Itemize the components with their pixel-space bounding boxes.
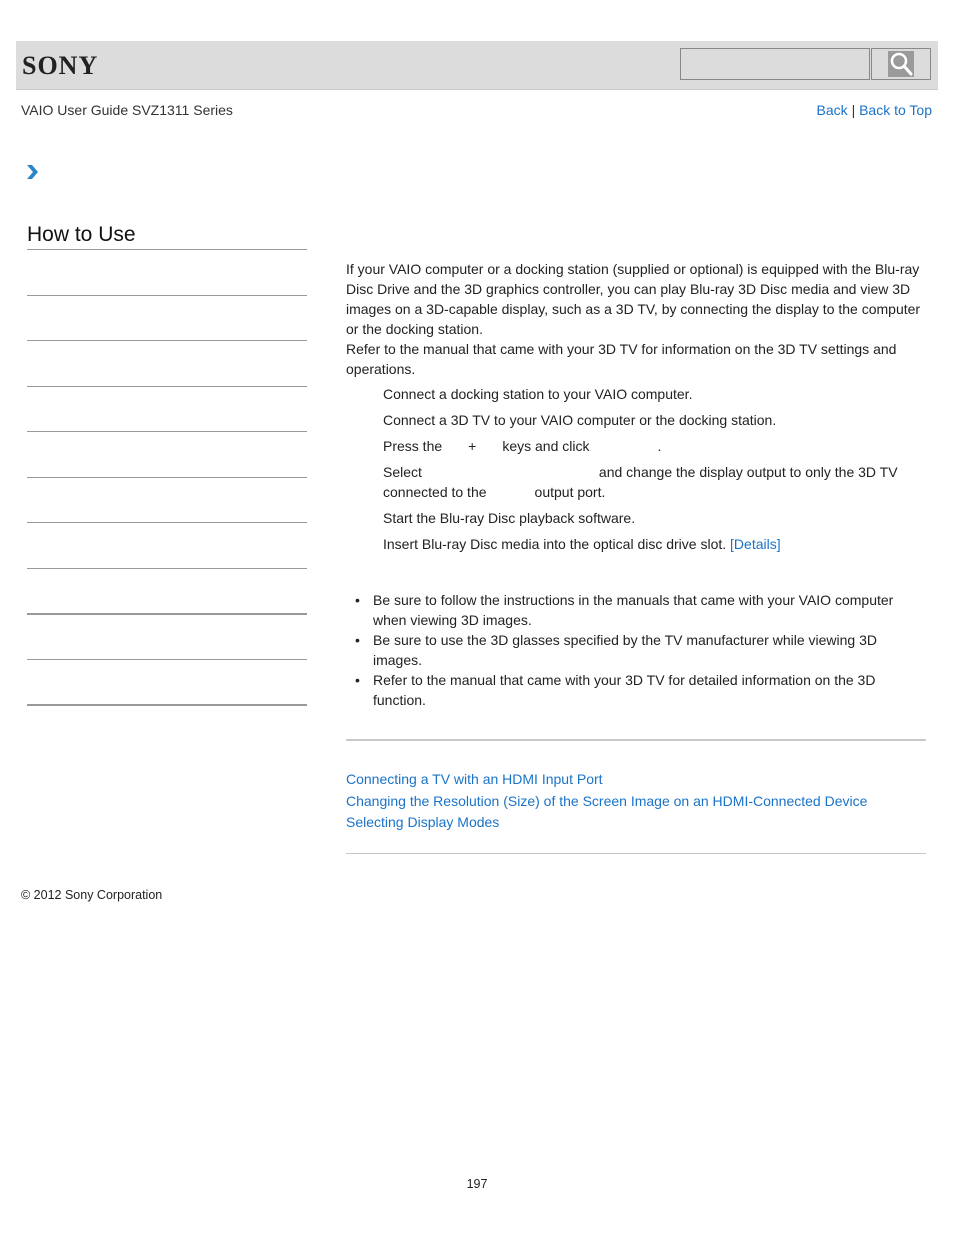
steps-list: Connect a docking station to your VAIO c… <box>383 384 928 560</box>
sidebar-item[interactable] <box>27 523 307 568</box>
sidebar-item[interactable] <box>27 296 307 340</box>
top-navigation: Back | Back to Top <box>817 102 932 118</box>
note-item: Refer to the manual that came with your … <box>355 670 928 710</box>
sidebar-item[interactable] <box>27 569 307 613</box>
step-text: . <box>657 438 662 454</box>
note-item: Be sure to follow the instructions in th… <box>355 590 928 630</box>
divider <box>346 739 926 741</box>
sidebar-item[interactable] <box>27 478 307 522</box>
search-button[interactable] <box>871 48 931 80</box>
related-link[interactable]: Selecting Display Modes <box>346 812 867 834</box>
sidebar-item[interactable] <box>27 615 307 659</box>
step-text: Insert Blu-ray Disc media into the optic… <box>383 536 727 552</box>
back-link[interactable]: Back <box>817 102 848 118</box>
search-input[interactable] <box>680 48 870 80</box>
nav-separator: | <box>851 102 856 118</box>
step-text: and change the display output to only th… <box>383 464 898 500</box>
sidebar-divider <box>27 704 307 706</box>
step-text: keys and click <box>502 438 590 454</box>
copyright: © 2012 Sony Corporation <box>21 888 163 902</box>
step-text: Press the <box>383 438 443 454</box>
related-topics: Connecting a TV with an HDMI Input Port … <box>346 769 867 834</box>
step-text: + <box>468 438 477 454</box>
back-to-top-link[interactable]: Back to Top <box>859 102 932 118</box>
sony-logo[interactable]: SONY <box>22 51 98 81</box>
header-bar: SONY <box>16 41 938 90</box>
guide-title: VAIO User Guide SVZ1311 Series <box>21 102 233 118</box>
details-link[interactable]: [Details] <box>730 536 781 552</box>
chevron-right-icon[interactable] <box>25 164 39 185</box>
intro-paragraph: Refer to the manual that came with your … <box>346 341 897 377</box>
step-text: Select <box>383 464 422 480</box>
step-6: Insert Blu-ray Disc media into the optic… <box>383 534 928 554</box>
step-3: Press the + keys and click. <box>383 436 928 456</box>
sidebar-item[interactable] <box>27 341 307 386</box>
sidebar <box>27 249 307 706</box>
related-link[interactable]: Changing the Resolution (Size) of the Sc… <box>346 791 867 813</box>
sidebar-item[interactable] <box>27 250 307 295</box>
related-link[interactable]: Connecting a TV with an HDMI Input Port <box>346 769 867 791</box>
page-number: 197 <box>466 1177 488 1191</box>
sidebar-item[interactable] <box>27 432 307 477</box>
sidebar-item[interactable] <box>27 387 307 431</box>
search-icon <box>888 51 914 77</box>
note-item: Be sure to use the 3D glasses specified … <box>355 630 928 670</box>
sidebar-title: How to Use <box>27 223 136 246</box>
step-text: output port. <box>534 484 606 500</box>
step-1: Connect a docking station to your VAIO c… <box>383 386 693 402</box>
step-5: Start the Blu-ray Disc playback software… <box>383 510 636 526</box>
intro-text: If your VAIO computer or a docking stati… <box>346 259 928 379</box>
notes-section: Be sure to follow the instructions in th… <box>346 590 928 710</box>
divider <box>346 853 926 854</box>
intro-paragraph: If your VAIO computer or a docking stati… <box>346 261 921 337</box>
step-2: Connect a 3D TV to your VAIO computer or… <box>383 412 777 428</box>
sidebar-item[interactable] <box>27 660 307 704</box>
step-4: Select and change the display output to o… <box>383 462 928 502</box>
